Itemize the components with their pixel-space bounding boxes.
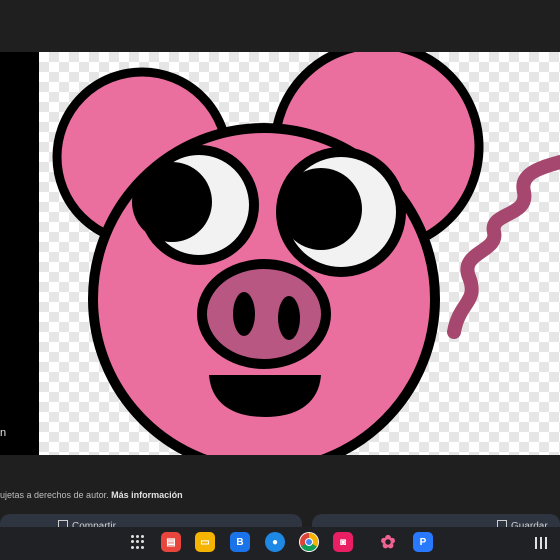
bookshelf-app-icon[interactable]: B — [230, 532, 250, 552]
picsart-app-icon[interactable]: P — [413, 532, 433, 552]
image-preview[interactable] — [39, 52, 560, 455]
copyright-text: ujetas a derechos de autor. — [0, 490, 109, 500]
launcher-icon[interactable] — [131, 535, 145, 549]
pig-left-pupil — [132, 162, 212, 242]
image-viewer: n — [0, 52, 560, 455]
pig-right-pupil — [280, 168, 362, 250]
pig-nostril-right — [278, 296, 300, 340]
messages-app-icon[interactable]: ● — [265, 532, 285, 552]
more-info-link[interactable]: Más información — [111, 490, 183, 500]
slides-app-icon[interactable]: ▤ — [161, 532, 181, 552]
pig-nostril-left — [233, 292, 255, 336]
status-area-icon[interactable] — [535, 537, 547, 549]
pig-illustration — [52, 52, 560, 455]
camera-app-icon[interactable]: ◙ — [333, 532, 353, 552]
left-panel: n — [0, 52, 39, 455]
files-app-icon[interactable]: ▭ — [195, 532, 215, 552]
copyright-notice: ujetas a derechos de autor. Más informac… — [0, 490, 183, 500]
cut-off-text: n — [0, 427, 7, 439]
photos-app-icon[interactable]: ✿ — [378, 532, 398, 552]
chrome-app-icon[interactable] — [299, 532, 319, 552]
pig-snout — [197, 259, 331, 369]
top-bar — [0, 0, 560, 52]
